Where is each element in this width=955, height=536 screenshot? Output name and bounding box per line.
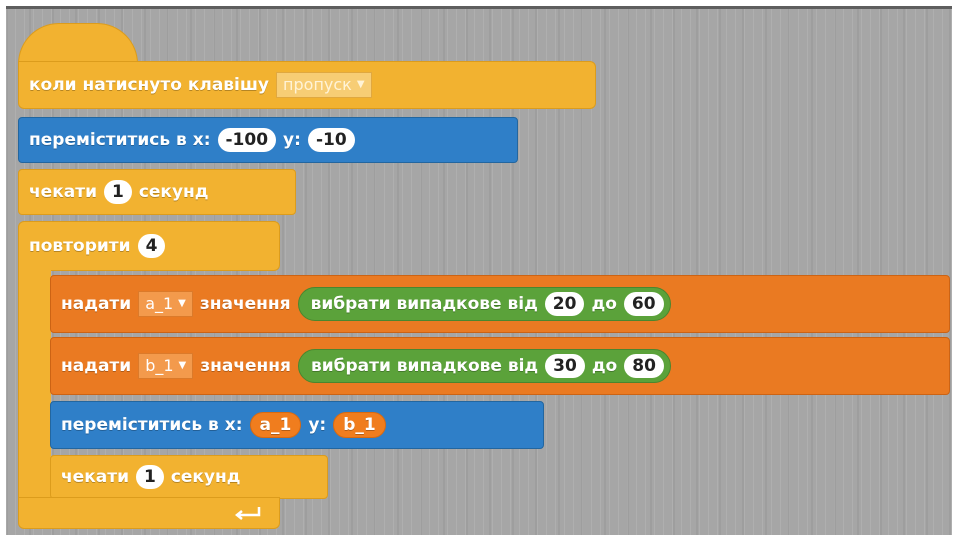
hat-block-label: коли натиснуто клавішу [29, 75, 270, 95]
dropdown-arrow-icon: ▼ [178, 298, 186, 309]
go-to-xy-block-2[interactable]: переміститись в x: a_1 y: b_1 [50, 401, 544, 449]
y-input[interactable]: -10 [307, 128, 355, 152]
repeat-count-input[interactable]: 4 [137, 234, 166, 258]
dropdown-arrow-icon: ▼ [356, 79, 365, 90]
wait-block[interactable]: чекати 1 секунд [18, 169, 296, 215]
repeat-block-foot [18, 497, 280, 529]
random-to-input[interactable]: 80 [624, 354, 664, 378]
wait-unit-label: секунд [170, 467, 241, 487]
go-to-xy-block[interactable]: переміститись в x: -100 y: -10 [18, 117, 518, 163]
set-label: надати [61, 356, 132, 376]
random-from-input[interactable]: 20 [544, 292, 585, 316]
repeat-block-arm [18, 267, 51, 499]
set-label: надати [61, 294, 132, 314]
variable-dropdown-b[interactable]: b_1 ▼ [138, 353, 194, 379]
to-value-label: значення [200, 356, 291, 376]
loop-arrow-icon [234, 507, 261, 520]
repeat-label: повторити [29, 236, 131, 256]
set-variable-block-b[interactable]: надати b_1 ▼ значення вибрати випадкове … [50, 337, 950, 395]
random-to-label: до [591, 356, 618, 376]
wait-label: чекати [29, 182, 97, 202]
x-input[interactable]: -100 [217, 128, 277, 152]
x-variable-reporter[interactable]: a_1 [249, 412, 302, 438]
y-variable-reporter[interactable]: b_1 [333, 412, 386, 438]
random-to-input[interactable]: 60 [623, 292, 664, 316]
repeat-block[interactable]: повторити 4 [18, 221, 280, 271]
random-from-input[interactable]: 30 [545, 354, 585, 378]
pick-random-label: вибрати випадкове від [310, 294, 538, 314]
go-to-label: переміститись в x: [29, 130, 211, 150]
random-to-label: до [591, 294, 617, 314]
key-dropdown-value: пропуск [283, 75, 352, 94]
variable-dropdown-value: a_1 [145, 294, 174, 313]
set-variable-block-a[interactable]: надати a_1 ▼ значення вибрати випадкове … [50, 275, 950, 333]
wait-seconds-input[interactable]: 1 [135, 465, 164, 489]
y-label: y: [308, 415, 327, 435]
wait-label: чекати [61, 467, 129, 487]
pick-random-block-b[interactable]: вибрати випадкове від 30 до 80 [297, 349, 671, 383]
hat-block-cap [18, 23, 138, 64]
wait-block-2[interactable]: чекати 1 секунд [50, 455, 328, 499]
dropdown-arrow-icon: ▼ [178, 360, 187, 371]
variable-dropdown-a[interactable]: a_1 ▼ [138, 291, 193, 317]
when-key-pressed-block[interactable]: коли натиснуто клавішу пропуск ▼ [18, 61, 596, 109]
scripts-canvas[interactable]: коли натиснуто клавішу пропуск ▼ переміс… [6, 6, 952, 535]
go-to-label: переміститись в x: [61, 415, 243, 435]
pick-random-label: вибрати випадкове від [310, 356, 539, 376]
wait-unit-label: секунд [138, 182, 209, 202]
y-label: y: [283, 130, 301, 150]
key-dropdown[interactable]: пропуск ▼ [276, 72, 372, 98]
to-value-label: значення [199, 294, 291, 314]
wait-seconds-input[interactable]: 1 [103, 180, 132, 204]
pick-random-block-a[interactable]: вибрати випадкове від 20 до 60 [297, 287, 671, 321]
variable-dropdown-value: b_1 [145, 356, 174, 375]
